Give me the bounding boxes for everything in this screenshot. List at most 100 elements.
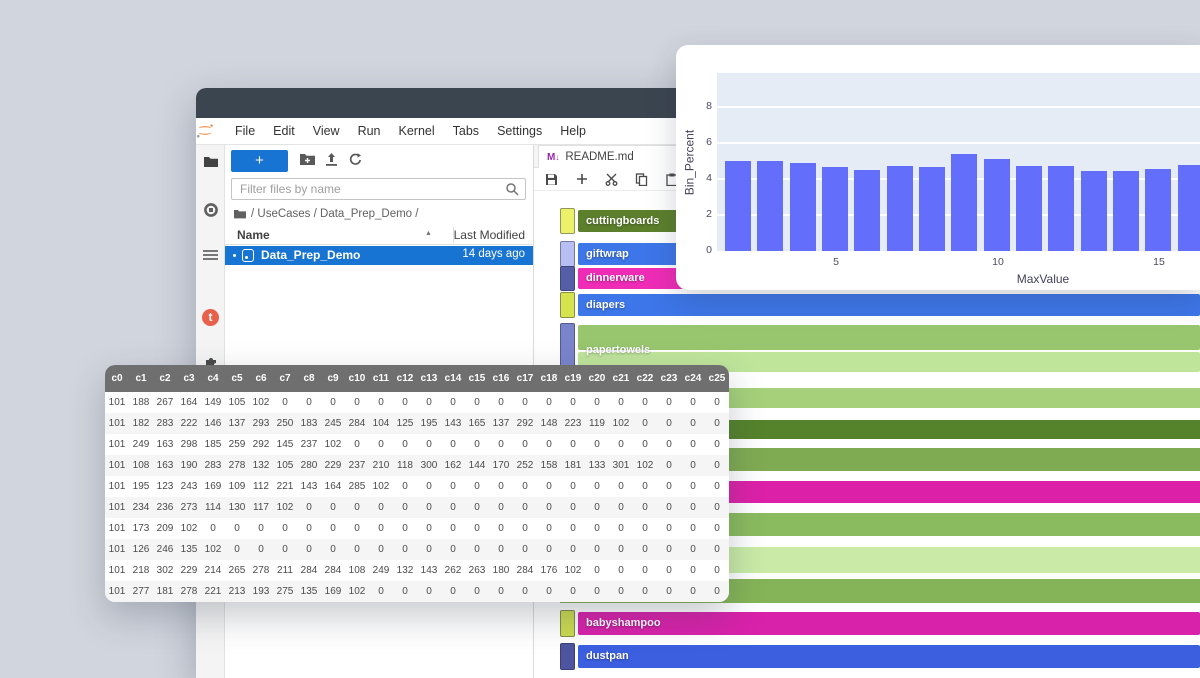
file-row-selected[interactable]: Data_Prep_Demo 14 days ago — [225, 246, 533, 265]
table-cell: 0 — [705, 518, 729, 539]
table-cell: 0 — [585, 581, 609, 602]
table-cell: 0 — [657, 476, 681, 497]
table-cell: 0 — [345, 434, 369, 455]
menu-tabs[interactable]: Tabs — [444, 124, 488, 138]
table-cell: 284 — [345, 413, 369, 434]
table-cell: 210 — [369, 455, 393, 476]
table-cell: 158 — [537, 455, 561, 476]
x-tick-label: 5 — [821, 256, 851, 268]
copy-icon[interactable] — [634, 172, 649, 187]
table-cell: 0 — [657, 392, 681, 413]
y-tick-label: 8 — [686, 100, 712, 112]
table-cell: 0 — [345, 539, 369, 560]
table-cell: 236 — [153, 497, 177, 518]
table-row[interactable]: 1011951232431691091122211431642851020000… — [105, 476, 729, 497]
column-header-name[interactable]: Name — [237, 228, 270, 242]
table-cell: 0 — [609, 518, 633, 539]
file-list-header: Name ▲ Last Modified — [225, 226, 533, 245]
file-browser-tab-folder-icon[interactable] — [201, 152, 220, 171]
table-cell: 0 — [393, 518, 417, 539]
table-cell: 126 — [129, 539, 153, 560]
table-cell: 249 — [369, 560, 393, 581]
table-cell: 132 — [249, 455, 273, 476]
table-cell: 180 — [489, 560, 513, 581]
breadcrumb[interactable]: / UseCases / Data_Prep_Demo / — [234, 207, 418, 221]
table-row[interactable]: 1011822832221461372932501832452841041251… — [105, 413, 729, 434]
table-cell: 0 — [609, 434, 633, 455]
table-cell: 109 — [225, 476, 249, 497]
table-row[interactable]: 1012342362731141301171020000000000000000… — [105, 497, 729, 518]
menu-run[interactable]: Run — [349, 124, 390, 138]
menu-file[interactable]: File — [226, 124, 264, 138]
table-row[interactable]: 1011882671641491051020000000000000000000 — [105, 392, 729, 413]
table-cell: 0 — [393, 539, 417, 560]
refresh-icon[interactable] — [348, 152, 366, 170]
table-cell: 102 — [633, 455, 657, 476]
menu-settings[interactable]: Settings — [488, 124, 551, 138]
table-cell: 237 — [345, 455, 369, 476]
sort-ascending-icon[interactable]: ▲ — [425, 230, 432, 237]
table-cell: 0 — [561, 497, 585, 518]
table-row[interactable]: 101126246135102000000000000000000000 — [105, 539, 729, 560]
table-cell: 0 — [633, 413, 657, 434]
dataframe-card: c0c1c2c3c4c5c6c7c8c9c10c11c12c13c14c15c1… — [105, 365, 729, 602]
table-cell: 185 — [201, 434, 225, 455]
table-column-header: c4 — [201, 365, 225, 392]
table-row[interactable]: 1011732091020000000000000000000000 — [105, 518, 729, 539]
table-cell: 0 — [321, 497, 345, 518]
table-row[interactable]: 1011081631902832781321052802292372101183… — [105, 455, 729, 476]
table-cell: 0 — [489, 392, 513, 413]
table-row[interactable]: 1012183022292142652782112842841082491321… — [105, 560, 729, 581]
upload-icon[interactable] — [324, 152, 342, 170]
table-cell: 0 — [489, 497, 513, 518]
table-cell: 0 — [561, 581, 585, 602]
table-cell: 0 — [345, 497, 369, 518]
new-launcher-button[interactable]: + — [231, 150, 288, 172]
table-column-header: c0 — [105, 365, 129, 392]
menu-help[interactable]: Help — [551, 124, 595, 138]
save-icon[interactable] — [544, 172, 559, 187]
table-column-header: c22 — [633, 365, 657, 392]
table-cell: 222 — [177, 413, 201, 434]
table-cell: 143 — [417, 560, 441, 581]
table-cell: 0 — [393, 476, 417, 497]
new-folder-icon[interactable] — [299, 152, 317, 170]
table-cell: 137 — [489, 413, 513, 434]
table-cell: 277 — [129, 581, 153, 602]
table-cell: 0 — [513, 539, 537, 560]
insert-cell-icon[interactable] — [574, 172, 589, 187]
table-cell: 0 — [465, 581, 489, 602]
table-row[interactable]: 1012491632981852592921452371020000000000… — [105, 434, 729, 455]
cut-icon[interactable] — [604, 172, 619, 187]
search-icon[interactable] — [505, 182, 519, 196]
table-cell: 0 — [705, 497, 729, 518]
table-cell: 275 — [273, 581, 297, 602]
table-cell: 283 — [201, 455, 225, 476]
running-kernels-icon[interactable] — [201, 200, 220, 219]
table-column-header: c1 — [129, 365, 153, 392]
filter-files-input[interactable] — [232, 179, 525, 199]
table-cell: 0 — [417, 434, 441, 455]
table-column-header: c2 — [153, 365, 177, 392]
table-of-contents-icon[interactable] — [201, 245, 220, 264]
histogram-bar — [790, 163, 816, 251]
column-header-last-modified[interactable]: Last Modified — [454, 228, 525, 242]
menu-kernel[interactable]: Kernel — [390, 124, 444, 138]
y-tick-label: 4 — [686, 172, 712, 184]
table-cell: 0 — [369, 539, 393, 560]
table-cell: 0 — [681, 581, 705, 602]
tab-readme[interactable]: M↓ README.md — [538, 145, 698, 168]
table-cell: 101 — [105, 455, 129, 476]
table-row[interactable]: 1012771812782212131932751351691020000000… — [105, 581, 729, 602]
t-extension-icon[interactable]: t — [201, 308, 220, 327]
table-cell: 119 — [585, 413, 609, 434]
menu-view[interactable]: View — [304, 124, 349, 138]
markdown-icon: M↓ — [547, 152, 559, 163]
table-cell: 0 — [657, 455, 681, 476]
table-cell: 221 — [273, 476, 297, 497]
table-column-header: c24 — [681, 365, 705, 392]
histogram-card: Bin_Percent MaxValue 0246851015 — [676, 45, 1200, 290]
menu-edit[interactable]: Edit — [264, 124, 304, 138]
table-cell: 0 — [417, 497, 441, 518]
table-cell: 149 — [201, 392, 225, 413]
